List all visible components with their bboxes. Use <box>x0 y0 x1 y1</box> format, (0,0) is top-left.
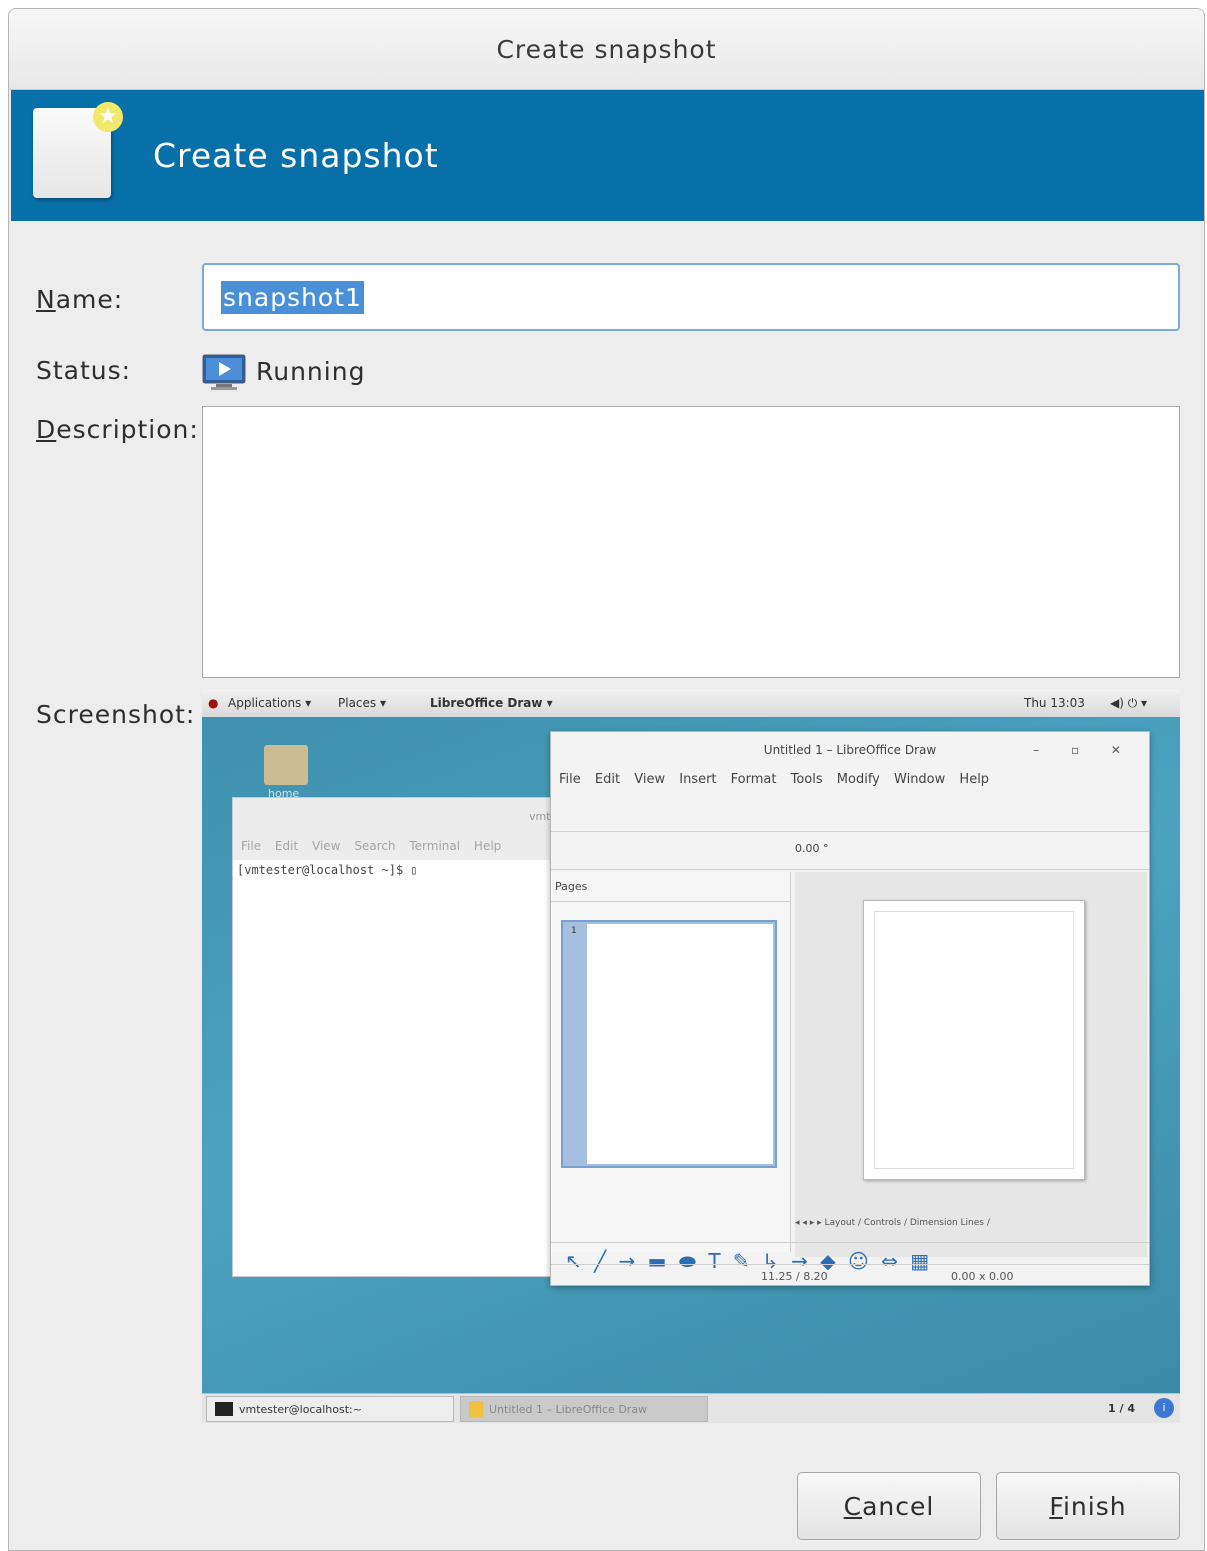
terminal-menu-item: Terminal <box>409 839 461 853</box>
finish-button[interactable]: Finish <box>996 1472 1180 1540</box>
guest-active-app: LibreOffice Draw ▾ <box>430 696 553 710</box>
terminal-menubar: File Edit View Search Terminal Help <box>233 832 571 860</box>
fedora-logo-icon: ● <box>208 696 219 710</box>
guest-top-panel: ● Applications ▾ Places ▾ LibreOffice Dr… <box>202 689 1180 717</box>
draw-page <box>863 900 1085 1180</box>
draw-standard-toolbar <box>551 794 1149 832</box>
draw-page-margin <box>874 911 1074 1169</box>
draw-layer-tabs: ◂ ◂ ▸ ▸ Layout / Controls / Dimension Li… <box>795 1218 990 1228</box>
draw-line-toolbar: 0.00 ° <box>551 832 1149 870</box>
description-label: Description: <box>36 415 199 444</box>
terminal-title: vmtes <box>233 798 571 832</box>
description-textarea[interactable] <box>202 406 1180 678</box>
create-snapshot-dialog: Create snapshot ★ Create snapshot Name: … <box>8 8 1205 1551</box>
name-input-selected-text: snapshot1 <box>221 281 364 314</box>
draw-menu-item: Format <box>730 772 777 787</box>
draw-menu-item: Edit <box>594 772 621 787</box>
guest-message-tray-icon: i <box>1154 1398 1174 1418</box>
screenshot-label: Screenshot: <box>36 700 196 729</box>
draw-menu-item: Insert <box>679 772 717 787</box>
guest-places-menu: Places ▾ <box>338 696 386 710</box>
guest-bottom-panel: vmtester@localhost:~ Untitled 1 – LibreO… <box>202 1393 1180 1423</box>
draw-position-readout: 11.25 / 8.20 <box>761 1270 828 1283</box>
libreoffice-draw-icon <box>469 1401 483 1417</box>
status-label: Status: <box>36 356 132 385</box>
draw-size-readout: 0.00 x 0.00 <box>951 1270 1014 1283</box>
page-thumbnail-number: 1 <box>571 926 577 936</box>
cancel-button[interactable]: Cancel <box>797 1472 981 1540</box>
terminal-menu-item: File <box>241 839 262 853</box>
header-banner: ★ Create snapshot <box>11 90 1204 221</box>
guest-task-draw: Untitled 1 – LibreOffice Draw <box>460 1396 708 1422</box>
vm-screenshot-preview: ● Applications ▾ Places ▾ LibreOffice Dr… <box>202 689 1180 1423</box>
name-label: Name: <box>36 285 124 314</box>
terminal-menu-item: Edit <box>274 839 299 853</box>
new-snapshot-icon: ★ <box>33 102 123 198</box>
draw-menubar: File Edit View Insert Format Tools Modif… <box>551 766 1149 794</box>
guest-workspace-indicator: 1 / 4 <box>1108 1402 1135 1415</box>
draw-title: Untitled 1 – LibreOffice Draw <box>763 743 937 757</box>
draw-menu-item: File <box>559 772 581 787</box>
draw-menu-item: Window <box>894 772 946 787</box>
draw-canvas: ◂ ◂ ▸ ▸ Layout / Controls / Dimension Li… <box>795 872 1147 1257</box>
draw-statusbar: 11.25 / 8.20 0.00 x 0.00 <box>551 1264 1149 1285</box>
draw-menu-item: Modify <box>836 772 880 787</box>
guest-system-indicators: ◀) ⏻ ▾ <box>1110 696 1148 710</box>
running-vm-icon <box>202 354 246 390</box>
window-titlebar[interactable]: Create snapshot <box>9 9 1204 90</box>
guest-applications-menu: Applications ▾ <box>228 696 312 710</box>
status-value: Running <box>256 357 366 386</box>
draw-titlebar: Untitled 1 – LibreOffice Draw – ▫ ✕ <box>551 732 1149 766</box>
window-title: Create snapshot <box>496 34 717 64</box>
draw-menu-item: Help <box>959 772 990 787</box>
guest-task-terminal-label: vmtester@localhost:~ <box>239 1402 362 1416</box>
draw-pages-panel: Pages 1 <box>551 872 791 1252</box>
draw-menu-item: View <box>634 772 666 787</box>
terminal-menu-item: Search <box>354 839 396 853</box>
guest-task-terminal: vmtester@localhost:~ <box>206 1396 454 1422</box>
guest-clock: Thu 13:03 <box>1024 696 1085 710</box>
terminal-icon <box>215 1402 233 1416</box>
draw-menu-item: Tools <box>790 772 823 787</box>
draw-window-controls: – ▫ ✕ <box>1033 743 1135 757</box>
guest-draw-window: Untitled 1 – LibreOffice Draw – ▫ ✕ File… <box>550 731 1150 1286</box>
home-folder-icon <box>264 745 308 785</box>
draw-rotation-field: 0.00 ° <box>795 842 829 855</box>
banner-title: Create snapshot <box>153 136 439 175</box>
guest-task-draw-label: Untitled 1 – LibreOffice Draw <box>489 1402 648 1416</box>
terminal-menu-item: View <box>312 839 341 853</box>
page-thumbnail-sheet <box>587 924 773 1164</box>
star-icon: ★ <box>93 102 123 132</box>
pages-panel-title: Pages <box>551 872 790 902</box>
page-thumbnail: 1 <box>561 920 777 1168</box>
terminal-prompt: [vmtester@localhost ~]$ ▯ <box>237 863 418 877</box>
terminal-menu-item: Help <box>473 839 502 853</box>
guest-terminal-window: vmtes File Edit View Search Terminal Hel… <box>232 797 572 1277</box>
